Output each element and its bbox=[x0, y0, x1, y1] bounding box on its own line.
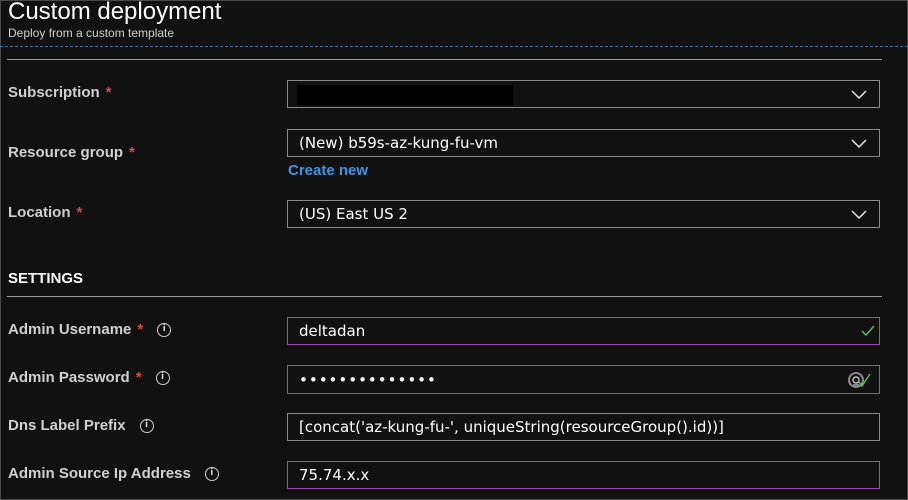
chevron-down-icon bbox=[851, 90, 867, 100]
info-icon[interactable]: i bbox=[139, 418, 154, 433]
resource-group-label: Resource group * bbox=[8, 144, 135, 161]
page-title: Custom deployment bbox=[8, 0, 222, 25]
info-icon[interactable]: i bbox=[204, 466, 219, 481]
location-label: Location * bbox=[8, 204, 82, 221]
admin-password-label: Admin Password * i bbox=[8, 369, 170, 386]
dns-label-prefix-value: [concat('az-kung-fu-', uniqueString(reso… bbox=[299, 418, 724, 436]
admin-password-input[interactable]: •••••••••••••• bbox=[287, 365, 880, 394]
subscription-dropdown[interactable] bbox=[287, 80, 880, 108]
admin-password-value: •••••••••••••• bbox=[299, 370, 437, 389]
redacted-subscription-value bbox=[297, 85, 513, 105]
dns-label-prefix-label: Dns Label Prefix i bbox=[8, 417, 154, 434]
blade-header: Custom deployment Deploy from a custom t… bbox=[0, 0, 908, 47]
admin-username-label-text: Admin Username bbox=[8, 321, 132, 338]
resource-group-label-text: Resource group bbox=[8, 144, 124, 161]
chevron-down-icon bbox=[851, 139, 867, 149]
location-label-text: Location bbox=[8, 204, 71, 221]
admin-password-label-text: Admin Password bbox=[8, 369, 130, 386]
admin-username-value: deltadan bbox=[299, 322, 366, 340]
header-divider bbox=[0, 46, 908, 47]
admin-source-ip-input[interactable]: 75.74.x.x bbox=[287, 461, 880, 489]
required-marker: * bbox=[137, 321, 144, 338]
info-icon[interactable]: i bbox=[155, 370, 170, 385]
top-divider bbox=[7, 59, 882, 60]
resource-group-value: (New) b59s-az-kung-fu-vm bbox=[299, 134, 498, 152]
admin-username-input[interactable]: deltadan bbox=[287, 317, 880, 345]
resource-group-dropdown[interactable]: (New) b59s-az-kung-fu-vm bbox=[287, 129, 880, 157]
location-dropdown[interactable]: (US) East US 2 bbox=[287, 200, 880, 228]
settings-section-title: SETTINGS bbox=[8, 270, 84, 287]
dns-label-prefix-input[interactable]: [concat('az-kung-fu-', uniqueString(reso… bbox=[287, 413, 880, 441]
chevron-down-icon bbox=[851, 210, 867, 220]
info-icon[interactable]: i bbox=[157, 322, 172, 337]
required-marker: * bbox=[105, 84, 112, 101]
admin-source-ip-label-text: Admin Source Ip Address bbox=[8, 465, 191, 482]
settings-divider bbox=[7, 296, 882, 297]
create-new-link[interactable]: Create new bbox=[288, 162, 368, 179]
admin-source-ip-value: 75.74.x.x bbox=[299, 466, 370, 484]
required-marker: * bbox=[76, 204, 83, 221]
subscription-label: Subscription * bbox=[8, 84, 112, 101]
admin-username-label: Admin Username * i bbox=[8, 321, 172, 338]
checkmark-icon bbox=[861, 325, 875, 337]
password-reveal-icon[interactable] bbox=[847, 370, 871, 390]
dns-label-prefix-label-text: Dns Label Prefix bbox=[8, 417, 126, 434]
admin-source-ip-label: Admin Source Ip Address i bbox=[8, 465, 219, 482]
subscription-label-text: Subscription bbox=[8, 84, 100, 101]
required-marker: * bbox=[135, 369, 142, 386]
location-value: (US) East US 2 bbox=[299, 205, 408, 223]
required-marker: * bbox=[129, 144, 135, 161]
page-subtitle: Deploy from a custom template bbox=[8, 26, 175, 40]
